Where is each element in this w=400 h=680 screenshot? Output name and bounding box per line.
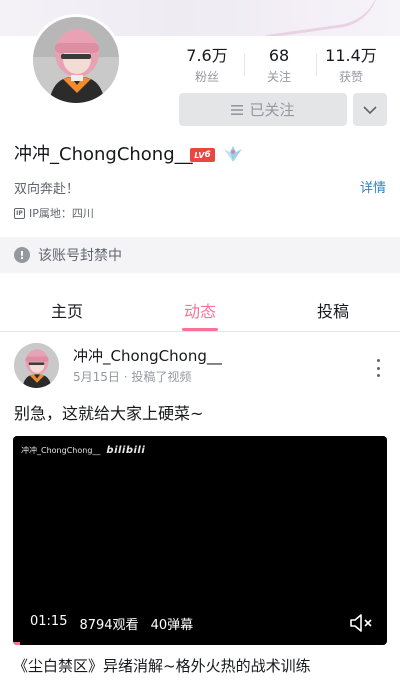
following-label: 关注 <box>266 70 291 84</box>
video-card[interactable]: 冲冲_ChongChong__ bilibili 01:15 8794观看 40… <box>13 436 387 645</box>
level-badge: LV 6 <box>190 148 215 162</box>
fans-count: 7.6万 <box>186 46 228 65</box>
tab-uploads[interactable]: 投稿 <box>293 298 373 322</box>
following-count: 68 <box>268 46 290 65</box>
banner-decoration <box>259 0 385 36</box>
post-author-avatar[interactable] <box>14 343 59 388</box>
fans-label: 粉丝 <box>194 70 219 84</box>
likes-count: 11.4万 <box>325 46 377 65</box>
video-views: 8794观看 <box>79 618 139 633</box>
stat-likes[interactable]: 11.4万 获赞 <box>316 46 386 86</box>
stat-fans[interactable]: 7.6万 粉丝 <box>172 46 242 86</box>
mute-icon[interactable] <box>349 612 375 634</box>
ip-location-text: IP属地：四川 <box>29 207 94 220</box>
medal-icon <box>224 146 242 162</box>
more-options-button[interactable] <box>353 93 387 126</box>
post-text: 别急，这就给大家上硬菜~ <box>14 404 204 423</box>
video-stats: 01:15 8794观看 40弹幕 <box>30 614 193 633</box>
profile-username: 冲冲_ChongChong__ <box>14 144 193 165</box>
post-meta: 5月15日 · 投稿了视频 <box>73 370 192 384</box>
level-number: 6 <box>204 150 211 160</box>
banned-text: 该账号封禁中 <box>38 248 122 264</box>
video-duration: 01:15 <box>30 614 68 629</box>
video-danmaku: 40弹幕 <box>150 618 194 633</box>
stat-following[interactable]: 68 关注 <box>244 46 314 86</box>
tab-home[interactable]: 主页 <box>27 298 107 322</box>
followed-button[interactable]: 已关注 <box>179 93 347 126</box>
avatar-image <box>33 17 119 103</box>
likes-label: 获赞 <box>338 70 363 84</box>
tab-dynamics[interactable]: 动态 <box>160 298 240 322</box>
watermark-brand: bilibili <box>106 445 146 456</box>
video-watermark: 冲冲_ChongChong__ bilibili <box>21 445 145 456</box>
ip-location-row: IP IP属地：四川 <box>14 205 94 221</box>
active-tab-indicator <box>182 328 218 331</box>
chevron-down-icon <box>363 105 377 114</box>
profile-signature: 双向奔赴！ <box>14 182 80 197</box>
ip-tag-icon: IP <box>14 207 25 219</box>
watermark-user: 冲冲_ChongChong__ <box>21 446 101 455</box>
menu-lines-icon <box>231 104 244 115</box>
post-author-name[interactable]: 冲冲_ChongChong__ <box>73 345 222 366</box>
details-link[interactable]: 详情 <box>360 177 386 196</box>
profile-avatar[interactable] <box>30 14 122 106</box>
followed-label: 已关注 <box>249 101 295 119</box>
profile-tabs: 主页 动态 投稿 <box>0 288 400 332</box>
post-more-icon[interactable] <box>372 359 384 377</box>
warning-icon: ! <box>14 247 30 263</box>
level-prefix: LV <box>194 150 205 160</box>
banned-notice: ! 该账号封禁中 <box>0 237 400 273</box>
video-progress-bar <box>13 642 20 645</box>
video-title[interactable]: 《尘白禁区》异绪消解~格外火热的战术训练 <box>13 655 311 676</box>
avatar-image <box>14 343 59 388</box>
